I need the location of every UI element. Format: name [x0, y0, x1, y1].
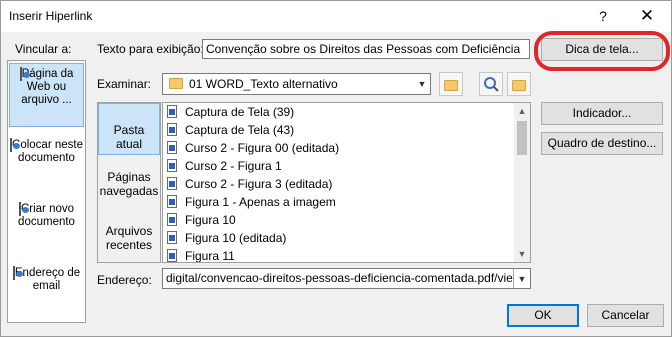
- target-frame-button[interactable]: Quadro de destino...: [541, 132, 663, 155]
- file-list-item[interactable]: Figura 10 (editada): [167, 229, 286, 247]
- display-text-input[interactable]: Convenção sobre os Direitos das Pessoas …: [202, 39, 530, 59]
- look-in-side-nav: Pasta atual Páginas navegadas Arquivos r…: [97, 102, 161, 263]
- nav-current-folder[interactable]: Pasta atual: [98, 103, 160, 155]
- scroll-up-icon[interactable]: ▲: [514, 103, 530, 119]
- file-list[interactable]: Captura de Tela (39) Captura de Tela (43…: [162, 102, 531, 263]
- link-to-item-label: Colocar neste documento: [12, 139, 83, 164]
- document-place-icon: [10, 138, 13, 152]
- cancel-button[interactable]: Cancelar: [587, 304, 664, 327]
- open-folder-icon: [512, 80, 526, 91]
- browse-web-icon: [444, 80, 458, 91]
- file-name: Captura de Tela (43): [185, 123, 295, 137]
- file-name: Figura 11: [185, 249, 235, 263]
- link-to-email-address[interactable]: Endereço de email: [9, 266, 84, 313]
- file-list-item[interactable]: Captura de Tela (43): [167, 121, 294, 139]
- file-list-item[interactable]: Figura 11: [167, 247, 235, 263]
- file-name: Curso 2 - Figura 1: [185, 159, 282, 173]
- image-file-icon: [167, 105, 177, 118]
- link-to-item-label: Endereço de email: [14, 267, 81, 292]
- image-file-icon: [167, 213, 177, 226]
- link-to-place-in-document[interactable]: Colocar neste documento: [9, 138, 84, 185]
- file-name: Curso 2 - Figura 00 (editada): [185, 141, 340, 155]
- image-file-icon: [167, 159, 177, 172]
- image-file-icon: [167, 141, 177, 154]
- highlight-ring: [534, 31, 670, 71]
- close-button[interactable]: ✕: [627, 3, 667, 30]
- file-list-item[interactable]: Figura 1 - Apenas a imagem: [167, 193, 336, 211]
- folder-icon: [169, 78, 183, 89]
- link-to-panel: Página da Web ou arquivo ... Colocar nes…: [7, 60, 86, 323]
- file-name: Figura 10 (editada): [185, 231, 287, 245]
- title-bar: Inserir Hiperlink ? ✕: [1, 1, 671, 32]
- image-file-icon: [167, 177, 177, 190]
- search-icon: [484, 77, 499, 92]
- ok-button[interactable]: OK: [507, 304, 579, 327]
- help-button[interactable]: ?: [583, 3, 623, 30]
- scroll-down-icon[interactable]: ▼: [514, 246, 530, 262]
- image-file-icon: [167, 231, 177, 244]
- look-in-value: 01 WORD_Texto alternativo: [189, 77, 338, 91]
- image-file-icon: [167, 249, 177, 262]
- bookmark-button[interactable]: Indicador...: [541, 102, 663, 125]
- file-name: Captura de Tela (39): [185, 105, 295, 119]
- file-name: Curso 2 - Figura 3 (editada): [185, 177, 333, 191]
- web-page-globe-icon: [19, 67, 22, 81]
- look-in-label: Examinar:: [97, 77, 152, 91]
- image-file-icon: [167, 195, 177, 208]
- link-to-web-page-or-file[interactable]: Página da Web ou arquivo ...: [9, 63, 84, 127]
- email-address-icon: [12, 266, 15, 280]
- address-label: Endereço:: [97, 273, 152, 287]
- file-list-item[interactable]: Curso 2 - Figura 00 (editada): [167, 139, 339, 157]
- look-in-combobox[interactable]: 01 WORD_Texto alternativo ▼: [162, 73, 431, 95]
- display-text-label: Texto para exibição:: [97, 42, 204, 56]
- link-to-new-document[interactable]: Criar novo documento: [9, 202, 84, 249]
- browse-web-button[interactable]: [439, 72, 463, 96]
- address-combobox[interactable]: digital/convencao-direitos-pessoas-defic…: [162, 268, 531, 289]
- new-document-icon: [18, 202, 21, 216]
- file-list-item[interactable]: Curso 2 - Figura 3 (editada): [167, 175, 332, 193]
- file-list-item[interactable]: Curso 2 - Figura 1: [167, 157, 282, 175]
- file-list-scrollbar[interactable]: ▲ ▼: [514, 103, 530, 262]
- nav-browsed-pages[interactable]: Páginas navegadas: [98, 167, 160, 203]
- chevron-down-icon[interactable]: ▼: [513, 269, 530, 288]
- link-to-label: Vincular a:: [15, 42, 72, 56]
- search-web-button[interactable]: [479, 72, 503, 96]
- file-list-item[interactable]: Figura 10: [167, 211, 236, 229]
- scroll-thumb[interactable]: [517, 121, 527, 155]
- address-value: digital/convencao-direitos-pessoas-defic…: [166, 271, 522, 285]
- file-list-item[interactable]: Captura de Tela (39): [167, 103, 294, 121]
- browse-file-button[interactable]: [507, 72, 531, 96]
- chevron-down-icon: ▼: [413, 74, 430, 94]
- image-file-icon: [167, 123, 177, 136]
- nav-recent-files[interactable]: Arquivos recentes: [98, 221, 160, 257]
- insert-hyperlink-dialog: Inserir Hiperlink ? ✕ Vincular a: Página…: [0, 0, 672, 337]
- file-name: Figura 1 - Apenas a imagem: [185, 195, 336, 209]
- dialog-title: Inserir Hiperlink: [9, 9, 93, 23]
- file-name: Figura 10: [185, 213, 236, 227]
